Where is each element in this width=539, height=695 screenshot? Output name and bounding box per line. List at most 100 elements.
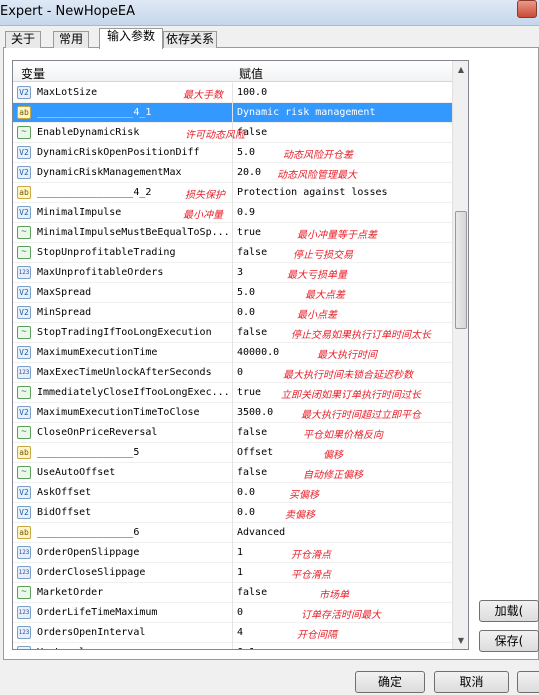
param-type-v2-icon: V2 <box>17 506 31 519</box>
param-value[interactable]: 6.1 <box>237 647 255 649</box>
annotation-note: 最小冲量 <box>183 210 223 221</box>
param-row[interactable]: 123 MaxExecTimeUnlockAfterSeconds 0 最大执行时间未… <box>13 363 453 383</box>
tab-about[interactable]: 关于 <box>5 31 41 48</box>
param-row[interactable]: V2 MaxSpread 5.0 最大点差 <box>13 283 453 303</box>
tab-inputs[interactable]: 输入参数 <box>99 28 163 49</box>
column-divider <box>232 263 233 283</box>
annotation-note: 开仓滑点 <box>291 550 331 561</box>
param-value[interactable]: 1 <box>237 547 243 558</box>
annotation-note: 最大点差 <box>305 290 345 301</box>
annotation-note: 立即关闭如果订单执行时间过长 <box>281 390 421 401</box>
vertical-scrollbar[interactable]: ▲ ▼ <box>452 61 468 649</box>
param-value[interactable]: Advanced <box>237 527 285 538</box>
param-value[interactable]: true <box>237 227 261 238</box>
param-value[interactable]: false <box>237 327 267 338</box>
param-type-ab-icon: ab <box>17 526 31 539</box>
param-row[interactable]: ab ________________4_2 Protection against … <box>13 183 453 203</box>
param-value[interactable]: Protection against losses <box>237 187 388 198</box>
param-row[interactable]: V2 MaximumExecutionTime 40000.0 最大执行时间 <box>13 343 453 363</box>
param-type-v2-icon: V2 <box>17 306 31 319</box>
param-row[interactable]: V2 VerLevel 6.1 <box>13 643 453 649</box>
param-row[interactable]: ~ StopTradingIfTooLongExecution false 停止交易如… <box>13 323 453 343</box>
param-value[interactable]: true <box>237 387 261 398</box>
column-divider <box>232 243 233 263</box>
param-value[interactable]: 20.0 <box>237 167 261 178</box>
param-value[interactable]: false <box>237 247 267 258</box>
close-icon[interactable] <box>517 0 537 18</box>
save-button[interactable]: 保存( <box>479 630 539 652</box>
param-name: MaxSpread <box>37 287 92 298</box>
scroll-thumb[interactable] <box>455 211 467 329</box>
param-row[interactable]: ab ________________6 Advanced <box>13 523 453 543</box>
param-row[interactable]: ~ EnableDynamicRisk false 许可动态风险 <box>13 123 453 143</box>
tab-dependencies[interactable]: 依存关系 <box>163 31 217 48</box>
ok-button[interactable]: 确定 <box>355 671 425 693</box>
param-row[interactable]: V2 MinSpread 0.0 最小点差 <box>13 303 453 323</box>
param-name: BidOffset <box>37 507 92 518</box>
param-type-bool-icon: ~ <box>17 126 31 139</box>
param-row[interactable]: V2 AskOffset 0.0 买偏移 <box>13 483 453 503</box>
param-row[interactable]: 123 OrderOpenSlippage 1 开仓滑点 <box>13 543 453 563</box>
column-divider <box>232 403 233 423</box>
param-row[interactable]: 123 OrderLifeTimeMaximum 0 订单存活时间最大 <box>13 603 453 623</box>
param-name: MinSpread <box>37 307 92 318</box>
param-value[interactable]: Dynamic risk management <box>237 107 375 118</box>
param-value[interactable]: false <box>237 467 267 478</box>
annotation-note: 开仓间隔 <box>297 630 337 641</box>
grid-header: 变量 赋值 <box>13 61 453 82</box>
param-type-ab-icon: ab <box>17 106 31 119</box>
annotation-note: 市场单 <box>319 590 349 601</box>
param-row[interactable]: 123 OrdersOpenInterval 4 开仓间隔 <box>13 623 453 643</box>
param-value[interactable]: 0.9 <box>237 207 255 218</box>
param-value[interactable]: 0.0 <box>237 307 255 318</box>
param-row[interactable]: 123 OrderCloseSlippage 1 平仓滑点 <box>13 563 453 583</box>
tab-common[interactable]: 常用 <box>53 31 89 48</box>
param-value[interactable]: 3 <box>237 267 243 278</box>
param-value[interactable]: 0 <box>237 607 243 618</box>
param-value[interactable]: 1 <box>237 567 243 578</box>
load-button[interactable]: 加载( <box>479 600 539 622</box>
param-value[interactable]: 3500.0 <box>237 407 273 418</box>
param-value[interactable]: 4 <box>237 627 243 638</box>
param-row[interactable]: V2 MinimalImpulse 0.9 最小冲量 <box>13 203 453 223</box>
column-header-value[interactable]: 赋值 <box>239 65 263 82</box>
param-value[interactable]: false <box>237 427 267 438</box>
param-type-v2-icon: V2 <box>17 206 31 219</box>
param-value[interactable]: 0.0 <box>237 487 255 498</box>
param-row[interactable]: ~ CloseOnPriceReversal false 平仓如果价格反向 <box>13 423 453 443</box>
reset-button[interactable] <box>517 671 539 693</box>
column-header-variable[interactable]: 变量 <box>21 65 45 82</box>
column-divider <box>232 143 233 163</box>
param-value[interactable]: 40000.0 <box>237 347 279 358</box>
param-row[interactable]: ~ MarketOrder false 市场单 <box>13 583 453 603</box>
param-row[interactable]: V2 MaximumExecutionTimeToClose 3500.0 最大执行时… <box>13 403 453 423</box>
param-row[interactable]: V2 BidOffset 0.0 卖偏移 <box>13 503 453 523</box>
param-row[interactable]: 123 MaxUnprofitableOrders 3 最大亏损单量 <box>13 263 453 283</box>
column-divider <box>232 363 233 383</box>
param-value[interactable]: 100.0 <box>237 87 267 98</box>
param-row[interactable]: ~ ImmediatelyCloseIfTooLongExec... true 立即关… <box>13 383 453 403</box>
scroll-down-icon[interactable]: ▼ <box>453 632 468 649</box>
param-value[interactable]: Offset <box>237 447 273 458</box>
param-type-v2-icon: V2 <box>17 286 31 299</box>
param-value[interactable]: 0 <box>237 367 243 378</box>
annotation-note: 买偏移 <box>289 490 319 501</box>
param-value[interactable]: 5.0 <box>237 147 255 158</box>
param-value[interactable]: 0.0 <box>237 507 255 518</box>
column-divider <box>232 503 233 523</box>
param-value[interactable]: false <box>237 587 267 598</box>
param-row[interactable]: V2 MaxLotSize 100.0 最大手数 <box>13 83 453 103</box>
param-row[interactable]: ~ StopUnprofitableTrading false 停止亏损交易 <box>13 243 453 263</box>
scroll-up-icon[interactable]: ▲ <box>453 61 468 78</box>
column-divider <box>232 643 233 649</box>
param-row[interactable]: V2 DynamicRiskManagementMax 20.0 动态风险管理最大 <box>13 163 453 183</box>
param-value[interactable]: 5.0 <box>237 287 255 298</box>
param-row[interactable]: ab ________________4_1 Dynamic risk manage… <box>13 103 453 123</box>
param-row[interactable]: ~ MinimalImpulseMustBeEqualToSp... true 最小冲… <box>13 223 453 243</box>
param-row[interactable]: V2 DynamicRiskOpenPositionDiff 5.0 动态风险开仓差 <box>13 143 453 163</box>
param-row[interactable]: ~ UseAutoOffset false 自动修正偏移 <box>13 463 453 483</box>
param-row[interactable]: ab ________________5 Offset 偏移 <box>13 443 453 463</box>
cancel-button[interactable]: 取消 <box>434 671 509 693</box>
param-type-bool-icon: ~ <box>17 426 31 439</box>
param-name: OrderLifeTimeMaximum <box>37 607 158 618</box>
